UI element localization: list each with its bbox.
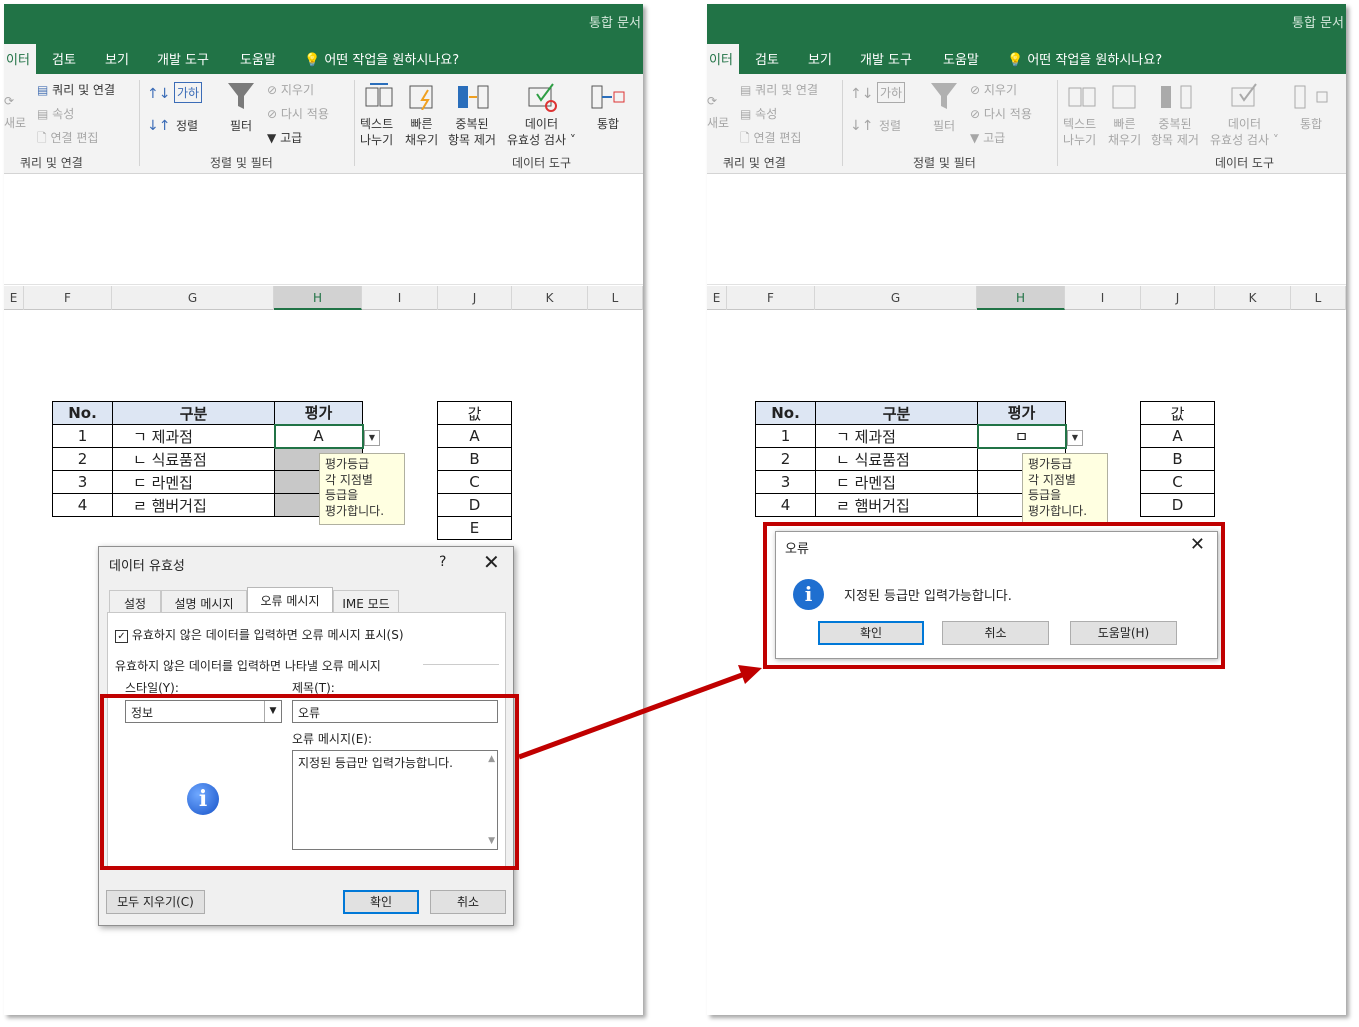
arrow-line	[518, 672, 743, 760]
arrow-head	[738, 665, 762, 684]
connector-arrow	[518, 665, 762, 760]
